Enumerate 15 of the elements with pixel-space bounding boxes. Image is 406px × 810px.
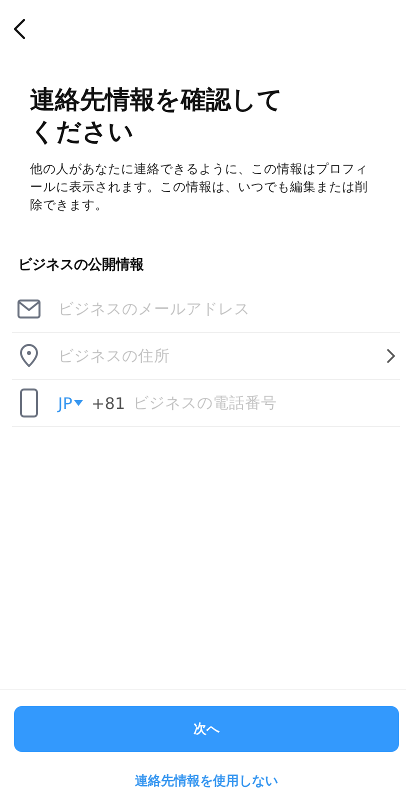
description-text: 他の人があなたに連絡できるように、この情報はプロフィールに表示されます。この情報は、いつでも編集または削除できます。 <box>30 160 369 214</box>
phone-icon <box>19 388 39 418</box>
country-code-dropdown[interactable]: JP <box>58 394 84 412</box>
section-label: ビジネスの公開情報 <box>18 256 145 274</box>
next-button[interactable]: 次へ <box>14 706 399 752</box>
caret-icon <box>74 400 84 406</box>
skip-contact-link[interactable]: 連絡先情報を使用しない <box>135 772 278 790</box>
location-pin-icon <box>19 344 39 368</box>
address-field[interactable]: ビジネスの住所 <box>58 347 386 365</box>
mail-icon <box>17 299 41 319</box>
phone-field[interactable]: ビジネスの電話番号 <box>133 394 400 412</box>
email-field[interactable]: ビジネスのメールアドレス <box>58 300 400 318</box>
dial-code: +81 <box>91 394 126 412</box>
page-title: 連絡先情報を確認してください <box>30 84 284 148</box>
chevron-right-icon <box>386 348 396 364</box>
